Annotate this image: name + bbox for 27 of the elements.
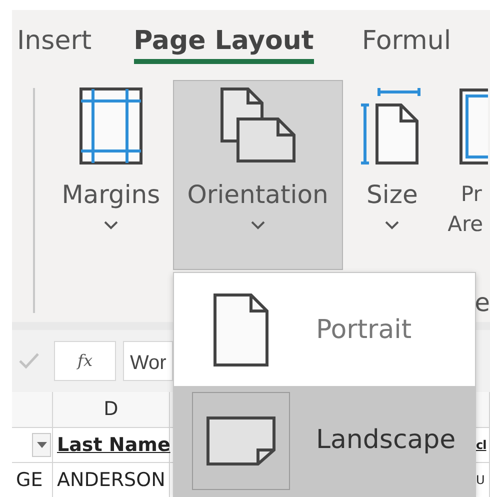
filter-button[interactable] [32,433,51,457]
check-icon [18,352,40,370]
margins-icon [78,87,143,165]
pages-icon [220,87,296,165]
formula-field[interactable]: Wor [123,341,173,381]
chevron-icon [250,220,266,230]
ribbon-button[interactable]: Margins [52,80,170,270]
portrait-page-icon [213,293,269,368]
menu-item[interactable]: Landscape [174,386,475,496]
table-cell: ANDERSON [53,463,170,497]
dropdown-arrow-icon [36,442,46,448]
ribbon-tab[interactable]: Page Layout [134,26,314,64]
chevron-icon [384,220,400,230]
landscape-page-icon [206,416,276,466]
chevron-icon [102,220,119,230]
page-size-icon [361,87,424,165]
column-header: D [53,392,170,428]
function-button[interactable]: fx [54,341,116,381]
ribbon-button[interactable]: Pr Are [446,80,489,270]
ribbon-button[interactable]: Orientation [172,80,343,270]
ribbon-tab[interactable]: Formul [362,26,452,64]
ribbon-button[interactable]: Size [354,80,430,270]
label-fragment: e [474,290,490,319]
table-cell: GE [12,463,53,497]
table-cell: Last Name [53,428,170,463]
menu-item[interactable]: Portrait [174,275,475,386]
ribbon-tab[interactable]: Insert [17,26,92,64]
